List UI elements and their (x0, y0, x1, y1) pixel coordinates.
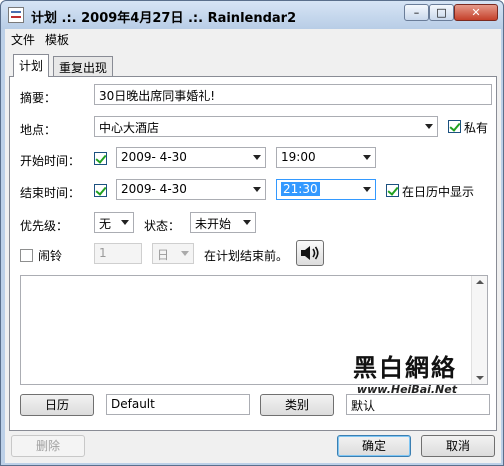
start-time-label: 开始时间： (20, 154, 81, 168)
tab-schedule[interactable]: 计划 (13, 54, 50, 77)
location-combo[interactable]: 中心大酒店 (94, 116, 438, 137)
summary-label: 摘要： (20, 91, 57, 105)
summary-input[interactable]: 30日晚出席同事婚礼! (94, 84, 492, 105)
ok-button[interactable]: 确定 (337, 435, 411, 457)
status-value: 未开始 (195, 217, 232, 231)
end-time-value: 21:30 (281, 182, 320, 196)
window-title: 计划 .:. 2009年4月27日 .:. Rainlendar2 (31, 11, 297, 26)
maximize-button[interactable]: □ (429, 4, 454, 21)
start-time-checkbox[interactable] (94, 152, 107, 165)
alarm-unit-value: 日 (157, 248, 170, 262)
alarm-amount-input[interactable]: 1 (94, 243, 142, 264)
watermark: 黑白網絡 www.HeiBai.Net (353, 348, 457, 396)
priority-label: 优先级： (20, 219, 69, 233)
scroll-down-icon[interactable] (476, 376, 484, 380)
close-button[interactable]: ✕ (454, 4, 498, 21)
dialog-window: 计划 .:. 2009年4月27日 .:. Rainlendar2 – □ ✕ … (0, 0, 504, 466)
calendar-button[interactable]: 日历 (20, 394, 94, 416)
end-time-picker[interactable]: 21:30 (276, 179, 376, 200)
show-in-calendar-label: 在日历中显示 (402, 185, 475, 199)
end-date-value: 2009- 4-30 (121, 182, 187, 196)
tab-recurrence[interactable]: 重复出现 (53, 56, 114, 76)
alarm-unit-select[interactable]: 日 (152, 243, 194, 264)
start-time-picker[interactable]: 19:00 (276, 147, 376, 168)
chevron-down-icon (363, 155, 371, 160)
location-value: 中心大酒店 (99, 121, 160, 135)
menu-bar: 文件 模板 (5, 29, 501, 49)
priority-value: 无 (99, 217, 112, 231)
schedule-panel: 摘要： 30日晚出席同事婚礼! 地点： 中心大酒店 私有 开始时间： 2009-… (9, 76, 497, 431)
start-date-value: 2009- 4-30 (121, 150, 187, 164)
notes-textarea[interactable]: 黑白網絡 www.HeiBai.Net (20, 275, 488, 396)
alarm-checkbox[interactable] (20, 249, 33, 262)
start-date-picker[interactable]: 2009- 4-30 (116, 147, 266, 168)
chevron-down-icon (253, 187, 261, 192)
sound-button[interactable] (296, 240, 324, 266)
dialog-client: 计划 重复出现 摘要： 30日晚出席同事婚礼! 地点： 中心大酒店 私有 开始时… (5, 49, 501, 463)
alarm-label: 闹铃 (38, 249, 63, 263)
end-time-label: 结束时间： (20, 186, 81, 200)
end-time-checkbox[interactable] (94, 184, 107, 197)
watermark-title: 黑白網絡 (353, 353, 457, 382)
private-label: 私有 (464, 121, 489, 135)
app-icon (8, 7, 24, 23)
delete-button[interactable]: 删除 (11, 435, 85, 457)
speaker-icon (301, 246, 319, 260)
category-button[interactable]: 类别 (260, 394, 334, 416)
notes-scrollbar[interactable] (471, 276, 487, 384)
start-time-value: 19:00 (281, 150, 316, 164)
menu-template[interactable]: 模板 (45, 31, 69, 48)
chevron-down-icon (121, 220, 129, 225)
status-select[interactable]: 未开始 (190, 212, 256, 233)
status-label: 状态： (144, 219, 181, 233)
priority-select[interactable]: 无 (94, 212, 134, 233)
calendar-value-field[interactable]: Default (106, 394, 250, 415)
cancel-button[interactable]: 取消 (421, 435, 495, 457)
chevron-down-icon (243, 220, 251, 225)
private-checkbox[interactable] (448, 120, 461, 133)
category-value-field[interactable]: 默认 (346, 394, 490, 415)
scroll-up-icon[interactable] (476, 280, 484, 284)
alarm-suffix-label: 在计划结束前。 (204, 249, 289, 263)
menu-file[interactable]: 文件 (11, 31, 35, 48)
end-date-picker[interactable]: 2009- 4-30 (116, 179, 266, 200)
chevron-down-icon (181, 251, 189, 256)
location-label: 地点： (20, 123, 57, 137)
chevron-down-icon (253, 155, 261, 160)
show-in-calendar-checkbox[interactable] (386, 184, 399, 197)
chevron-down-icon (425, 124, 433, 129)
chevron-down-icon (363, 187, 371, 192)
title-bar[interactable]: 计划 .:. 2009年4月27日 .:. Rainlendar2 – □ ✕ (1, 1, 503, 29)
minimize-button[interactable]: – (404, 4, 429, 21)
